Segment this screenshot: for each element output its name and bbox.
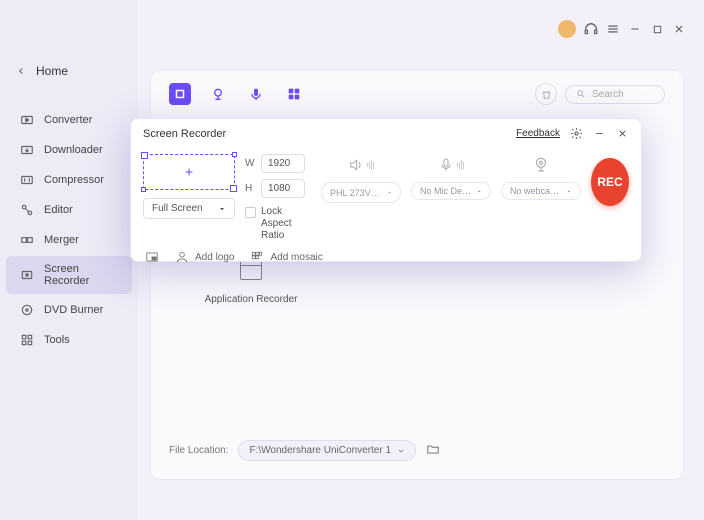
width-input[interactable] (261, 154, 305, 173)
mic-device-select[interactable]: No Mic Device (411, 182, 491, 200)
width-label: W (245, 158, 255, 169)
height-label: H (245, 183, 255, 194)
mosaic-icon (250, 250, 264, 264)
chevron-down-icon (218, 205, 226, 213)
sidebar-item-editor[interactable]: Editor (6, 196, 132, 224)
editor-icon (20, 203, 34, 217)
sidebar-item-label: Compressor (44, 174, 104, 186)
trash-button[interactable] (535, 83, 557, 105)
sidebar-item-dvd-burner[interactable]: DVD Burner (6, 296, 132, 324)
close-icon[interactable] (672, 22, 686, 36)
minimize-icon[interactable] (628, 22, 642, 36)
folder-icon (426, 442, 440, 456)
add-mosaic-label: Add mosaic (270, 252, 322, 263)
dialog-close-icon[interactable] (616, 127, 629, 140)
sidebar-item-converter[interactable]: Converter (6, 106, 132, 134)
toolbar-apps-icon[interactable] (283, 83, 305, 105)
webcam-device-select[interactable]: No webcam d… (501, 182, 581, 200)
home-label: Home (36, 64, 68, 78)
dialog-minimize-icon[interactable] (593, 127, 606, 140)
sidebar-item-label: Merger (44, 234, 79, 246)
file-location-value: F:\Wondershare UniConverter 1 (249, 445, 391, 456)
headset-icon[interactable] (584, 22, 598, 36)
capture-mode-label: Full Screen (152, 203, 203, 214)
add-logo-button[interactable]: Add logo (175, 250, 234, 264)
person-icon (175, 250, 189, 264)
audio-device-value: PHL 273V7 (英… (330, 186, 383, 199)
sidebar-item-label: Downloader (44, 144, 103, 156)
feedback-link[interactable]: Feedback (516, 128, 560, 139)
dialog-title: Screen Recorder (143, 128, 226, 140)
dvd-icon (20, 303, 34, 317)
file-location-row: File Location: F:\Wondershare UniConvert… (169, 440, 440, 461)
webcam-device-value: No webcam d… (510, 186, 562, 196)
microphone-icon (438, 154, 464, 176)
tools-icon (20, 333, 34, 347)
open-folder-button[interactable] (426, 442, 440, 459)
sidebar-item-compressor[interactable]: Compressor (6, 166, 132, 194)
sidebar-item-downloader[interactable]: Downloader (6, 136, 132, 164)
chevron-down-icon (397, 447, 405, 455)
sidebar-item-tools[interactable]: Tools (6, 326, 132, 354)
webcam-icon (528, 154, 554, 176)
audio-device-select[interactable]: PHL 273V7 (英… (321, 182, 401, 203)
sidebar: Home Converter Downloader Compressor Edi… (0, 0, 138, 520)
lock-aspect-label: Lock Aspect Ratio (261, 206, 311, 242)
compressor-icon (20, 173, 34, 187)
chevron-down-icon (566, 188, 572, 195)
menu-icon[interactable] (606, 22, 620, 36)
sidebar-item-label: Converter (44, 114, 92, 126)
system-audio-icon (348, 154, 374, 176)
plus-icon (183, 166, 195, 178)
file-location-select[interactable]: F:\Wondershare UniConverter 1 (238, 440, 416, 461)
chevron-down-icon (387, 189, 392, 196)
capture-area-selector[interactable] (143, 154, 235, 190)
pip-button[interactable] (145, 250, 159, 264)
sidebar-item-merger[interactable]: Merger (6, 226, 132, 254)
lock-aspect-checkbox[interactable] (245, 207, 256, 218)
dialog-header: Screen Recorder Feedback (131, 119, 641, 148)
capture-mode-select[interactable]: Full Screen (143, 198, 235, 219)
screen-recorder-icon (20, 268, 34, 282)
sidebar-home[interactable]: Home (16, 64, 68, 78)
search-icon (576, 89, 586, 99)
sidebar-item-label: Editor (44, 204, 73, 216)
rec-label: REC (597, 175, 622, 189)
sidebar-item-screen-recorder[interactable]: Screen Recorder (6, 256, 132, 294)
file-location-label: File Location: (169, 445, 228, 456)
converter-icon (20, 113, 34, 127)
dialog-settings-icon[interactable] (570, 127, 583, 140)
pip-icon (145, 250, 159, 264)
toolbar: Search (151, 71, 683, 117)
search-placeholder: Search (592, 89, 624, 100)
toolbar-screen-icon[interactable] (169, 83, 191, 105)
maximize-icon[interactable] (650, 22, 664, 36)
sidebar-item-label: Screen Recorder (44, 263, 118, 287)
chevron-left-icon (16, 66, 26, 76)
chevron-down-icon (476, 188, 482, 195)
sidebar-item-label: Tools (44, 334, 70, 346)
mic-device-value: No Mic Device (420, 186, 472, 196)
downloader-icon (20, 143, 34, 157)
toolbar-audio-icon[interactable] (245, 83, 267, 105)
search-input[interactable]: Search (565, 85, 665, 104)
screen-recorder-dialog: Screen Recorder Feedback Full Screen W H (130, 118, 642, 262)
merger-icon (20, 233, 34, 247)
sidebar-item-label: DVD Burner (44, 304, 103, 316)
record-button[interactable]: REC (591, 158, 629, 206)
add-mosaic-button[interactable]: Add mosaic (250, 250, 322, 264)
add-logo-label: Add logo (195, 252, 234, 263)
user-avatar[interactable] (558, 20, 576, 38)
app-card-label: Application Recorder (205, 294, 298, 305)
toolbar-webcam-icon[interactable] (207, 83, 229, 105)
height-input[interactable] (261, 179, 305, 198)
